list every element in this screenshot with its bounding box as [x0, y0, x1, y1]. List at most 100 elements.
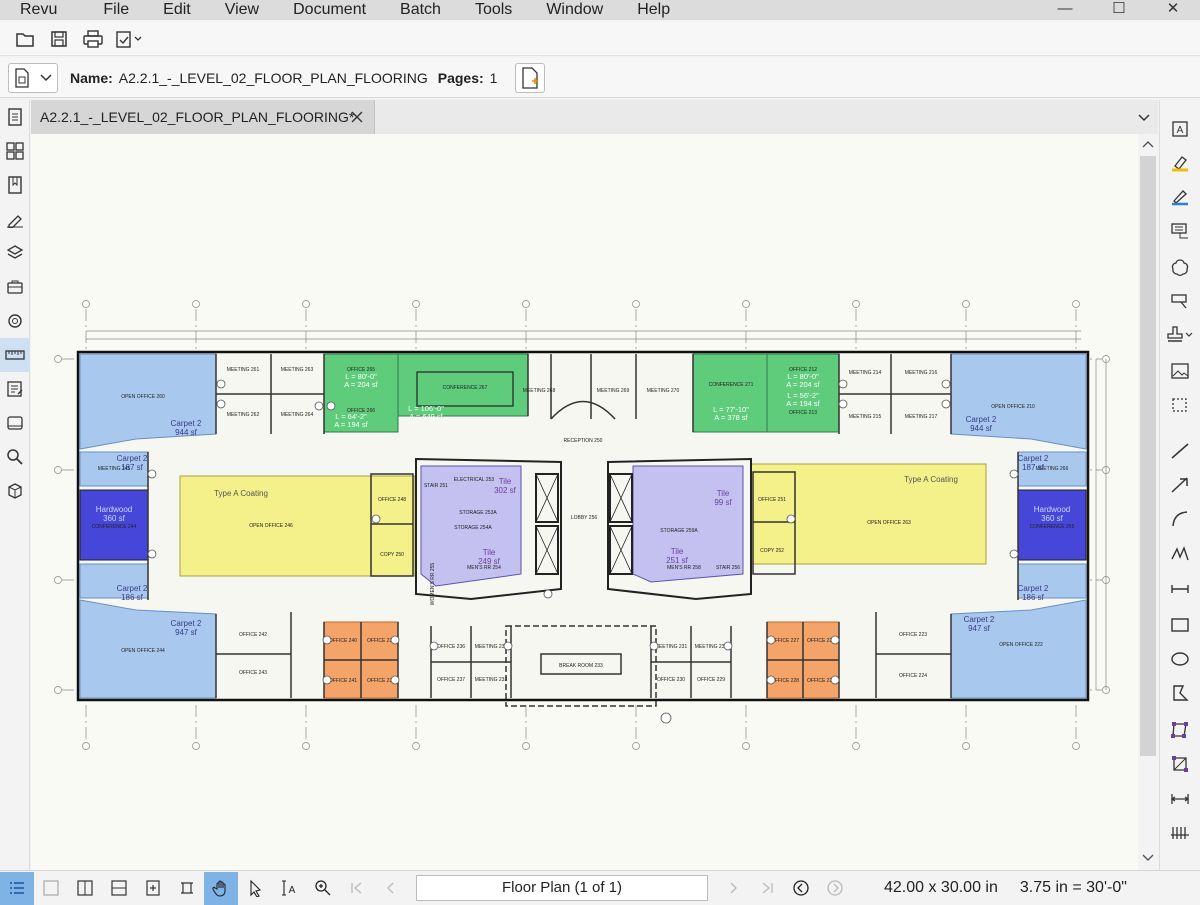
- close-window-button[interactable]: ✕: [1146, 0, 1200, 20]
- menu-file[interactable]: File: [86, 0, 146, 20]
- perimeter-tool[interactable]: [1160, 714, 1200, 744]
- compare-button[interactable]: [170, 872, 204, 905]
- save-button[interactable]: [42, 24, 76, 54]
- ellipse-icon: [1171, 652, 1189, 666]
- arc-icon: [1172, 511, 1188, 527]
- measurements-tab[interactable]: [0, 338, 30, 372]
- document-tab[interactable]: A2.2.1_-_LEVEL_02_FLOOR_PLAN_FLOORING*: [31, 100, 375, 134]
- image-tool[interactable]: [1160, 356, 1200, 386]
- next-view-button[interactable]: [818, 872, 852, 905]
- scale-readout[interactable]: 3.75 in = 30'-0": [1020, 879, 1127, 897]
- rectangle-icon: [1171, 618, 1189, 632]
- maximize-button[interactable]: ☐: [1092, 0, 1146, 20]
- open-button[interactable]: [8, 24, 42, 54]
- svg-text:MEETING 262: MEETING 262: [227, 412, 260, 418]
- menu-window[interactable]: Window: [529, 0, 620, 20]
- count-tool[interactable]: [1160, 818, 1200, 848]
- menu-document[interactable]: Document: [276, 0, 383, 20]
- select-text-button[interactable]: A: [272, 872, 306, 905]
- dimension-tool[interactable]: [1160, 574, 1200, 604]
- flag-tool[interactable]: [1160, 286, 1200, 316]
- cloud-tool[interactable]: [1160, 252, 1200, 282]
- sync-page-icon: [146, 880, 160, 896]
- document-tab-bar: A2.2.1_-_LEVEL_02_FLOOR_PLAN_FLOORING*: [31, 100, 1158, 134]
- svg-text:OFFICE 237: OFFICE 237: [437, 677, 465, 683]
- menu-help[interactable]: Help: [620, 0, 687, 20]
- document-canvas[interactable]: OPEN OFFICE 260 MEETING 261 MEETING 263 …: [31, 134, 1138, 870]
- thumbnails-tab[interactable]: [0, 134, 30, 168]
- scroll-up-button[interactable]: [1140, 136, 1156, 152]
- split-horizontal-button[interactable]: [102, 872, 136, 905]
- toolchest-tab[interactable]: [0, 270, 30, 304]
- 3d-icon: [8, 483, 22, 499]
- crop-tool[interactable]: [1160, 390, 1200, 420]
- page-indicator[interactable]: Floor Plan (1 of 1): [416, 875, 708, 901]
- document-icon: [15, 67, 29, 88]
- floor-plan-drawing[interactable]: OPEN OFFICE 260 MEETING 261 MEETING 263 …: [31, 134, 1138, 870]
- arc-tool[interactable]: [1160, 504, 1200, 534]
- sync-button[interactable]: [136, 872, 170, 905]
- text-box-tool[interactable]: A: [1160, 114, 1200, 144]
- line-tool[interactable]: [1160, 436, 1200, 466]
- menu-view[interactable]: View: [208, 0, 276, 20]
- arrow-tool[interactable]: [1160, 470, 1200, 500]
- single-page-button[interactable]: [34, 872, 68, 905]
- document-save-dropdown-icon: [116, 30, 142, 48]
- scrollbar-thumb[interactable]: [1140, 156, 1156, 756]
- file-access-tab[interactable]: [0, 100, 30, 134]
- length-tool[interactable]: [1160, 784, 1200, 814]
- last-page-button[interactable]: [750, 872, 784, 905]
- save-as-dropdown[interactable]: [110, 24, 150, 54]
- document-selector-dropdown[interactable]: [8, 62, 58, 93]
- pen-tool[interactable]: [1160, 182, 1200, 212]
- menu-batch[interactable]: Batch: [383, 0, 458, 20]
- split-vertical-button[interactable]: [68, 872, 102, 905]
- ellipse-tool[interactable]: [1160, 644, 1200, 674]
- previous-view-button[interactable]: [784, 872, 818, 905]
- area-carpet-top-right[interactable]: [950, 353, 1087, 450]
- scroll-down-button[interactable]: [1140, 850, 1156, 866]
- panel-toggle-button[interactable]: [0, 871, 34, 905]
- svg-text:STORAGE 254A: STORAGE 254A: [454, 525, 492, 531]
- markups-list-tab[interactable]: [0, 372, 30, 406]
- menu-revu[interactable]: Revu: [0, 0, 86, 20]
- 3d-tab[interactable]: [0, 474, 30, 508]
- menu-tools[interactable]: Tools: [458, 0, 529, 20]
- highlighter-tool[interactable]: [1160, 148, 1200, 178]
- menu-edit[interactable]: Edit: [146, 0, 208, 20]
- properties-tab[interactable]: [0, 304, 30, 338]
- line-icon: [1171, 443, 1189, 459]
- studio-icon: [7, 416, 23, 430]
- studio-tab[interactable]: [0, 406, 30, 440]
- insert-page-button[interactable]: [515, 62, 546, 93]
- svg-text:STAIR 251: STAIR 251: [424, 483, 448, 489]
- svg-text:360 sf: 360 sf: [1041, 514, 1064, 523]
- svg-text:Carpet 2: Carpet 2: [117, 584, 148, 593]
- select-tool-button[interactable]: [238, 872, 272, 905]
- print-button[interactable]: [76, 24, 110, 54]
- list-icon: [10, 882, 24, 894]
- print-icon: [83, 29, 103, 48]
- svg-text:ELECTRICAL 253: ELECTRICAL 253: [454, 477, 495, 483]
- close-tab-button[interactable]: [348, 108, 366, 126]
- tab-overflow-button[interactable]: [1138, 109, 1150, 127]
- next-page-button[interactable]: [716, 872, 750, 905]
- first-page-button[interactable]: [340, 872, 374, 905]
- callout-tool[interactable]: [1160, 216, 1200, 246]
- vertical-scrollbar[interactable]: [1138, 134, 1158, 870]
- zoom-tool-button[interactable]: [306, 872, 340, 905]
- pan-tool-button[interactable]: [204, 871, 238, 905]
- search-tab[interactable]: [0, 440, 30, 474]
- previous-page-button[interactable]: [374, 872, 408, 905]
- minimize-button[interactable]: —: [1038, 0, 1092, 20]
- layers-tab[interactable]: [0, 236, 30, 270]
- polyline-tool[interactable]: [1160, 538, 1200, 568]
- area-tool[interactable]: [1160, 748, 1200, 778]
- polygon-tool[interactable]: [1160, 678, 1200, 708]
- stamp-tool[interactable]: [1160, 320, 1200, 350]
- svg-text:Hardwood: Hardwood: [1034, 505, 1070, 514]
- svg-text:Hardwood: Hardwood: [96, 505, 132, 514]
- bookmarks-tab[interactable]: [0, 168, 30, 202]
- signatures-tab[interactable]: [0, 202, 30, 236]
- rectangle-tool[interactable]: [1160, 610, 1200, 640]
